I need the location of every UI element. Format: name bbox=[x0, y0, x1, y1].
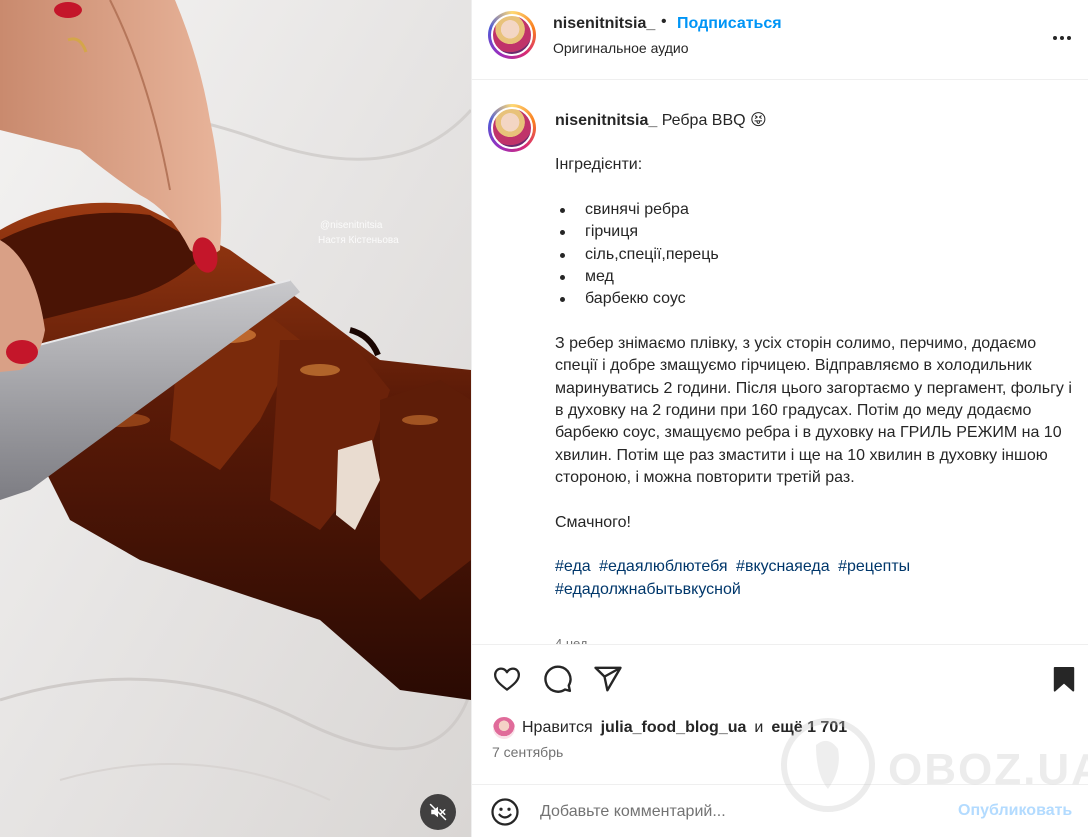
ingredient-item: гірчиця bbox=[560, 221, 1080, 243]
comment-input[interactable] bbox=[540, 800, 940, 824]
audio-label[interactable]: Оригинальное аудио bbox=[553, 40, 689, 56]
caption-time-ago[interactable]: 4 нед. bbox=[555, 636, 591, 644]
separator-dot: • bbox=[661, 13, 667, 30]
caption-text: nisenitnitsia_ Ребра BBQ 😝 Інгредієнти: … bbox=[555, 110, 1080, 601]
ribs-photo bbox=[0, 0, 471, 837]
liker-avatar[interactable] bbox=[492, 716, 516, 740]
ingredient-item: свинячі ребра bbox=[560, 199, 1080, 221]
likes-count[interactable]: ещё 1 701 bbox=[771, 719, 847, 737]
heart-icon bbox=[494, 667, 520, 691]
caption-author-avatar[interactable] bbox=[488, 104, 536, 152]
site-watermark-text: OBOZ.UA bbox=[888, 745, 1088, 794]
author-username[interactable]: nisenitnitsia_ bbox=[553, 15, 655, 33]
caption-title: Ребра BBQ 😝 bbox=[661, 112, 767, 129]
hashtag-link[interactable]: #рецепты bbox=[838, 558, 910, 575]
publish-button[interactable]: Опубликовать bbox=[958, 802, 1072, 820]
ingredients-heading: Інгредієнти: bbox=[555, 156, 643, 174]
liker-username[interactable]: julia_food_blog_ua bbox=[601, 719, 747, 737]
ingredient-item: барбекю соус bbox=[560, 288, 1080, 310]
video-watermark-handle: @nisenitnitsia bbox=[320, 220, 383, 231]
speaker-muted-icon bbox=[429, 803, 447, 821]
emoji-button[interactable] bbox=[490, 797, 520, 827]
save-button[interactable] bbox=[1048, 663, 1080, 695]
caption-username[interactable]: nisenitnitsia_ bbox=[555, 112, 657, 129]
post-panel: nisenitnitsia_ • Подписаться Оригинально… bbox=[471, 0, 1088, 837]
hashtag-link[interactable]: #едаялюблютебя bbox=[599, 558, 727, 575]
more-options-button[interactable] bbox=[1050, 26, 1074, 50]
more-options-icon bbox=[1053, 36, 1057, 40]
author-avatar[interactable] bbox=[488, 11, 536, 59]
ingredient-item: мед bbox=[560, 266, 1080, 288]
like-button[interactable] bbox=[491, 663, 523, 695]
comment-button[interactable] bbox=[542, 663, 574, 695]
hashtag-link[interactable]: #вкуснаяеда bbox=[736, 558, 830, 575]
mute-button[interactable] bbox=[420, 794, 456, 830]
instructions-text: З ребер знімаємо плівку, з усіх сторін с… bbox=[555, 334, 1072, 487]
hashtag-link[interactable]: #еда bbox=[555, 558, 591, 575]
bookmark-icon bbox=[1053, 667, 1075, 692]
post-media[interactable]: @nisenitnitsia Настя Кістеньова bbox=[0, 0, 471, 837]
action-bar bbox=[472, 644, 1088, 714]
likes-prefix: Нравится bbox=[522, 719, 593, 736]
share-button[interactable] bbox=[592, 663, 624, 695]
video-watermark-name: Настя Кістеньова bbox=[318, 235, 399, 246]
comment-icon bbox=[544, 665, 572, 693]
post-date[interactable]: 7 сентябрь bbox=[492, 744, 563, 760]
likes-summary: Нравится julia_food_blog_ua и ещё 1 701 bbox=[492, 716, 847, 740]
ingredient-item: сіль,спеції,перець bbox=[560, 244, 1080, 266]
ingredients-list: свинячі ребра гірчиця сіль,спеції,перець… bbox=[555, 199, 1080, 311]
hashtags: #еда #едаялюблютебя #вкуснаяеда #рецепты… bbox=[555, 556, 1080, 601]
emoji-icon bbox=[491, 798, 519, 826]
closing-text: Смачного! bbox=[555, 513, 631, 531]
hashtag-link[interactable]: #едадолжнабытьвкусной bbox=[555, 581, 741, 598]
likes-conjunction: и bbox=[754, 719, 764, 736]
share-icon bbox=[594, 666, 622, 692]
caption-section: nisenitnitsia_ Ребра BBQ 😝 Інгредієнти: … bbox=[472, 80, 1088, 644]
follow-button[interactable]: Подписаться bbox=[677, 15, 782, 33]
post-header: nisenitnitsia_ • Подписаться Оригинально… bbox=[472, 0, 1088, 80]
